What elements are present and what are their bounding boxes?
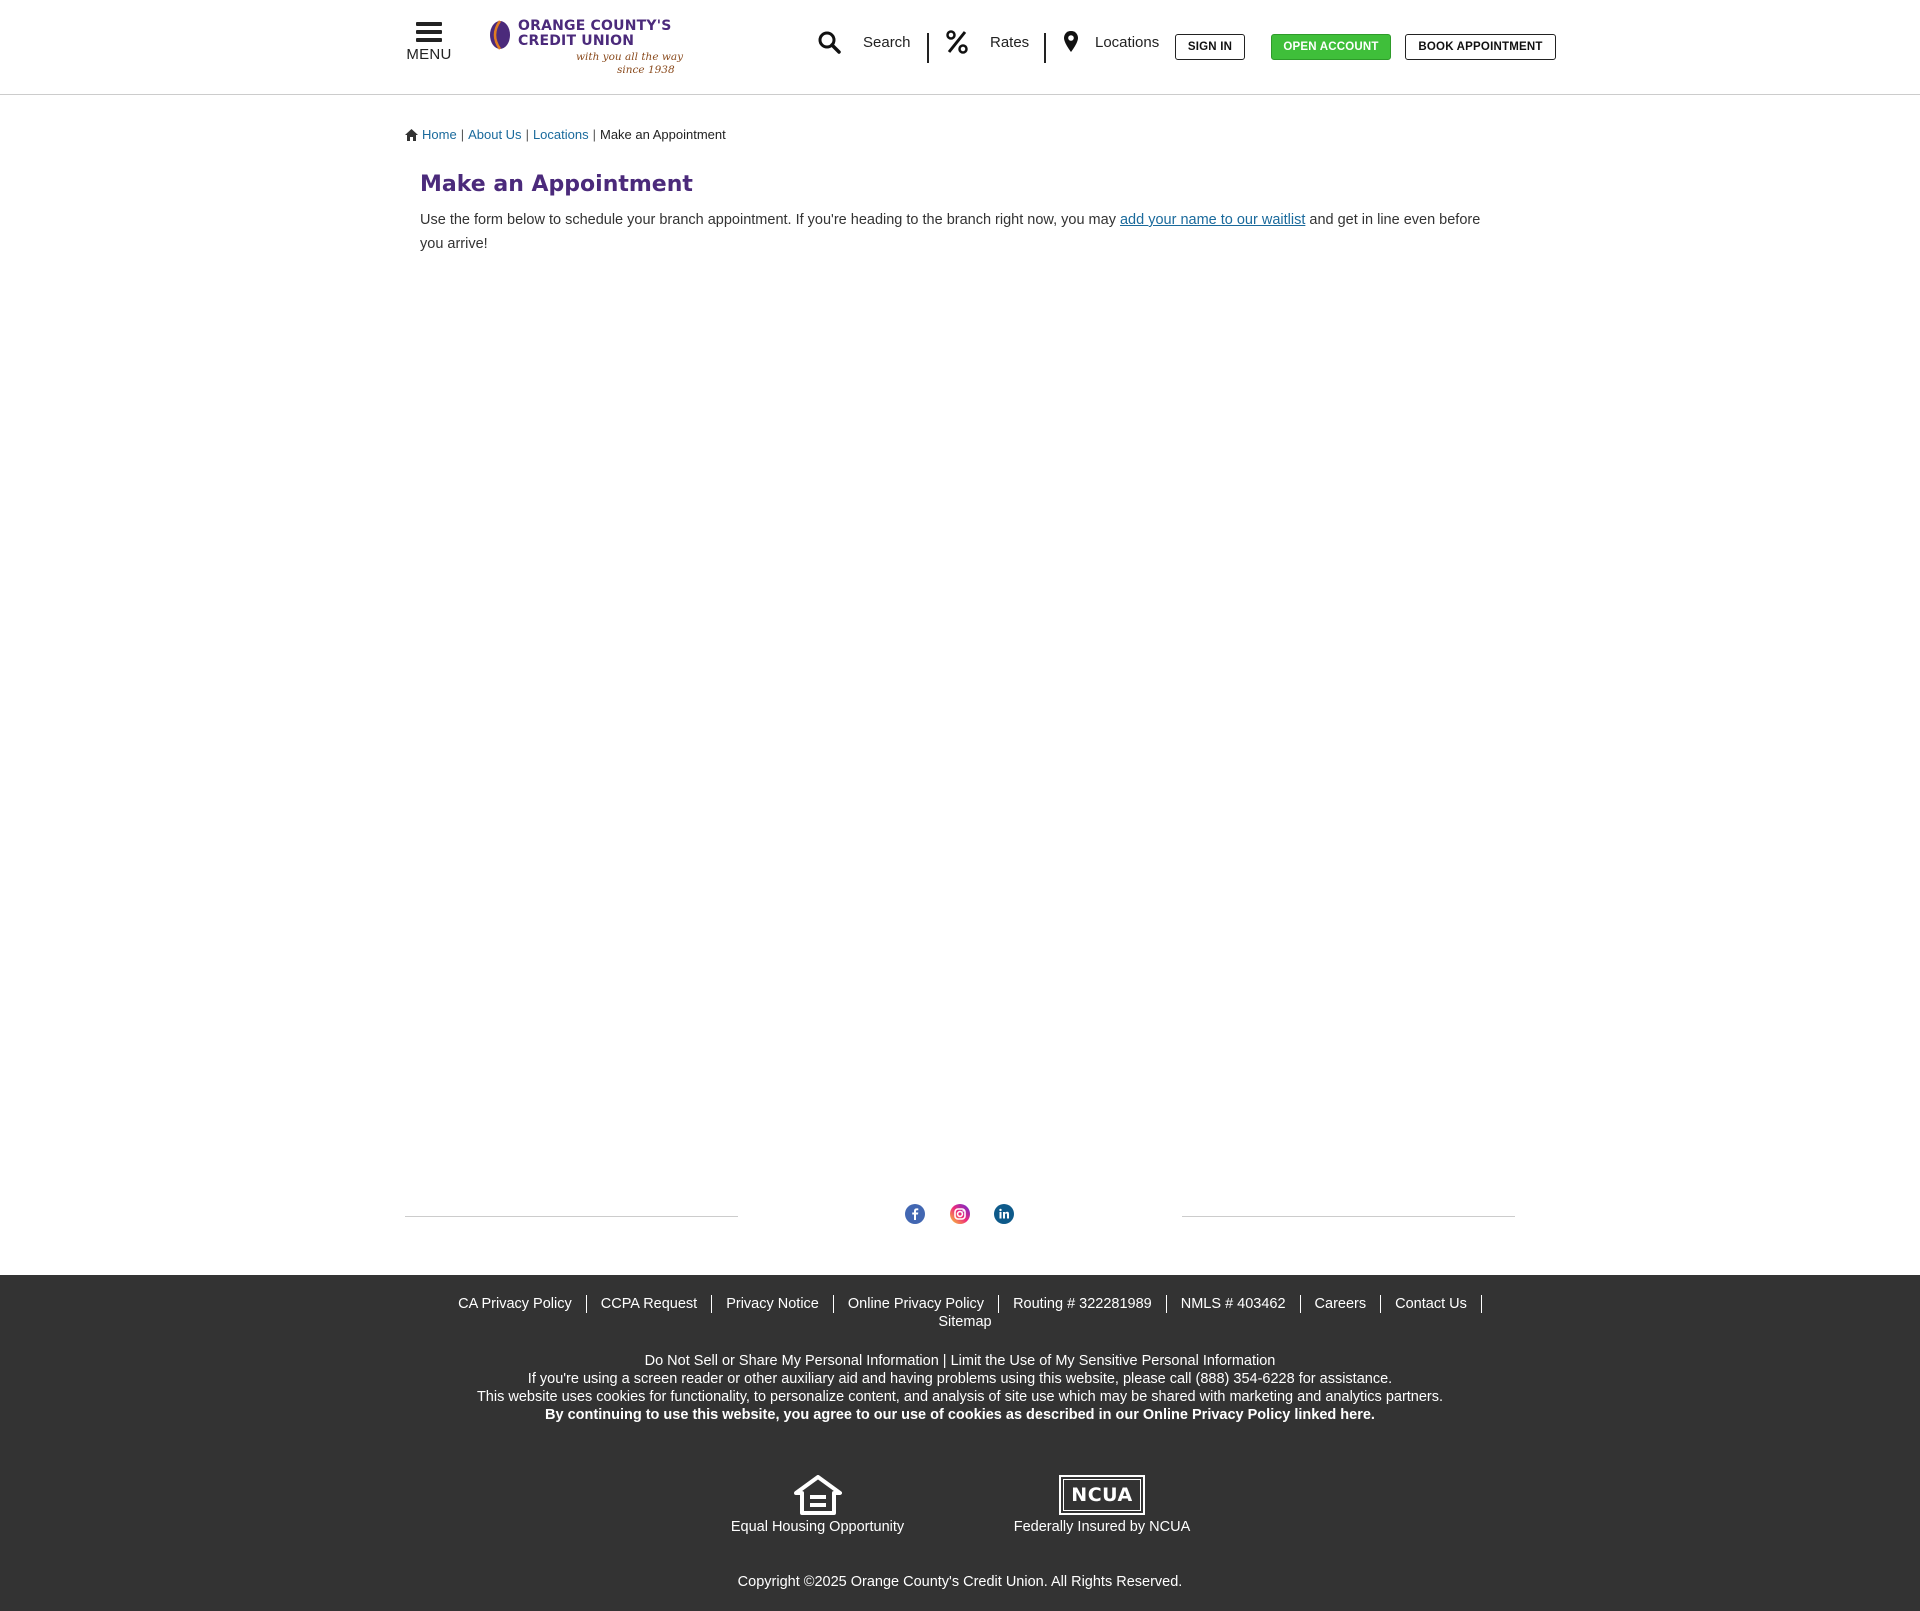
sign-in-button[interactable]: SIGN IN [1175,34,1245,60]
nav-locations[interactable]: Locations [1063,30,1159,54]
do-not-sell-link[interactable]: Do Not Sell or Share My Personal Informa… [645,1353,939,1369]
linkedin-icon[interactable] [994,1204,1014,1224]
footer-link-ca-privacy[interactable]: CA Privacy Policy [448,1295,587,1313]
footer-link-sitemap[interactable]: Sitemap [415,1313,1515,1331]
footer-privacy-choices: Do Not Sell or Share My Personal Informa… [0,1352,1920,1370]
home-icon [405,128,418,141]
copyright: Copyright ©2025 Orange County's Credit U… [737,1574,1183,1590]
logo-tagline: with you all the way [576,51,684,63]
breadcrumb-separator: | [592,127,596,142]
map-pin-icon [1064,31,1078,52]
breadcrumb-separator: | [525,127,529,142]
intro-text: Use the form below to schedule your bran… [420,208,1490,256]
footer-link-contact[interactable]: Contact Us [1381,1295,1482,1313]
nav-search-label: Search [863,33,911,51]
nav-locations-label: Locations [1095,33,1160,51]
footer-info: Do Not Sell or Share My Personal Informa… [0,1352,1920,1424]
logo-since: since 1938 [617,64,675,76]
hamburger-icon [416,22,442,42]
divider-line [1182,1216,1515,1217]
cookie-notice: This website uses cookies for functional… [476,1389,1444,1405]
book-appointment-button[interactable]: BOOK APPOINTMENT [1405,34,1556,60]
nav-divider [927,33,929,63]
open-account-button[interactable]: OPEN ACCOUNT [1271,34,1391,60]
menu-button[interactable]: MENU [405,22,453,63]
instagram-icon[interactable] [950,1204,970,1224]
site-logo[interactable]: ORANGE COUNTY'S CREDIT UNION with you al… [486,15,683,77]
ncua-badge: NCUA Federally Insured by NCUA [1002,1475,1202,1535]
logo-line1: ORANGE COUNTY'S [518,18,672,34]
breadcrumb-separator: | [460,127,465,142]
breadcrumb: Home | About Us | Locations | Make an Ap… [405,127,726,142]
site-header: MENU ORANGE COUNTY'S CREDIT UNION with y… [0,0,1920,95]
nav-divider [1044,33,1046,63]
footer-link-ccpa[interactable]: CCPA Request [587,1295,713,1313]
footer-routing-number[interactable]: Routing # 322281989 [999,1295,1167,1313]
facebook-icon[interactable] [905,1204,925,1224]
breadcrumb-about[interactable]: About Us [468,127,521,142]
divider-line [405,1216,738,1217]
nav-search[interactable]: Search [817,30,911,54]
cookie-agree-link[interactable]: By continuing to use this website, you a… [0,1406,1920,1424]
footer-info-separator: | [938,1353,951,1369]
search-icon [818,31,841,54]
footer-link-online-privacy[interactable]: Online Privacy Policy [834,1295,1000,1313]
limit-use-link[interactable]: Limit the Use of My Sensitive Personal I… [951,1353,1276,1369]
equal-housing-label: Equal Housing Opportunity [730,1519,905,1535]
ncua-label: Federally Insured by NCUA [1013,1519,1191,1535]
intro-text-before: Use the form below to schedule your bran… [420,212,1120,228]
logo-mark-icon [490,20,510,50]
menu-label: MENU [406,46,452,63]
nav-rates[interactable]: Rates [946,30,1029,54]
waitlist-link[interactable]: add your name to our waitlist [1120,212,1305,228]
logo-line2: CREDIT UNION [518,33,635,49]
screen-reader-notice: If you're using a screen reader or other… [527,1371,1393,1387]
breadcrumb-home[interactable]: Home [422,127,457,142]
footer-nmls-number[interactable]: NMLS # 403462 [1167,1295,1301,1313]
breadcrumb-locations[interactable]: Locations [533,127,589,142]
footer-links: CA Privacy Policy CCPA Request Privacy Not… [415,1295,1515,1331]
ncua-logo-icon: NCUA [1059,1475,1145,1515]
percent-icon [946,30,968,54]
equal-housing-icon [793,1475,842,1515]
footer-link-careers[interactable]: Careers [1301,1295,1382,1313]
footer-link-privacy-notice[interactable]: Privacy Notice [712,1295,834,1313]
page-title: Make an Appointment [420,172,693,197]
breadcrumb-current: Make an Appointment [600,127,726,142]
site-footer: CA Privacy Policy CCPA Request Privacy Not… [0,1275,1920,1611]
nav-rates-label: Rates [990,33,1030,51]
equal-housing-badge: Equal Housing Opportunity [720,1475,915,1535]
